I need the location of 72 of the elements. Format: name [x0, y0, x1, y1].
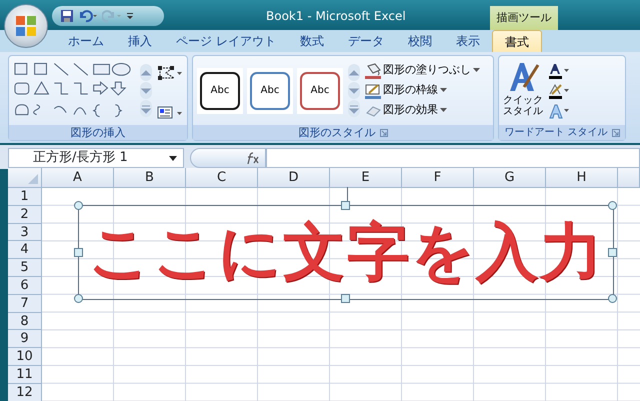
style-sample[interactable]: Abc: [300, 72, 340, 110]
group-label: 図形のスタイル: [298, 125, 376, 140]
style-sample[interactable]: Abc: [250, 72, 290, 110]
quick-style-button[interactable]: クイック スタイル: [503, 60, 543, 120]
side-handle[interactable]: [341, 294, 350, 303]
ribbon-tab[interactable]: ページ レイアウト: [164, 30, 288, 52]
row-header[interactable]: 3: [8, 224, 42, 242]
pencil-icon: [365, 82, 381, 98]
side-handle[interactable]: [608, 248, 617, 256]
ribbon-command[interactable]: 図形の枠線: [365, 80, 480, 100]
context-tab-label: 描画ツール: [490, 6, 558, 30]
group-label: ワードアート スタイル: [504, 126, 608, 140]
scroll-down-icon[interactable]: [348, 82, 360, 99]
more-icon[interactable]: [348, 100, 360, 117]
ribbon-command[interactable]: 図形の効果: [365, 100, 480, 120]
row-header[interactable]: 12: [8, 384, 42, 401]
row-header[interactable]: 6: [8, 276, 42, 295]
ribbon-tab[interactable]: データ: [336, 30, 396, 52]
row-header[interactable]: 4: [8, 241, 42, 260]
window-title: Book1 - Microsoft Excel: [266, 8, 406, 25]
row-header[interactable]: 11: [8, 366, 42, 384]
row-header[interactable]: 5: [8, 259, 42, 277]
wordart-text: ここに文字を入力: [88, 218, 604, 287]
row-header[interactable]: 7: [8, 294, 42, 313]
ribbon-command[interactable]: 図形の塗りつぶし: [365, 60, 480, 80]
formula-field[interactable]: [266, 148, 640, 168]
row-header[interactable]: 9: [8, 330, 42, 348]
office-logo: [15, 15, 37, 37]
row-header[interactable]: 1: [8, 188, 42, 206]
column-header[interactable]: B: [114, 168, 186, 188]
column-header[interactable]: C: [186, 168, 258, 188]
worksheet-grid[interactable]: [42, 188, 640, 401]
scroll-up-icon[interactable]: [348, 64, 360, 81]
customize-dropdown-icon[interactable]: [126, 11, 134, 21]
fill-bucket-icon: [365, 62, 381, 78]
text-fill-icon[interactable]: [548, 62, 570, 78]
dialog-launcher-icon[interactable]: [380, 128, 388, 136]
column-header[interactable]: H: [546, 168, 618, 188]
ribbon-tab[interactable]: ホーム: [56, 30, 116, 52]
row-header[interactable]: 8: [8, 312, 42, 330]
more-icon[interactable]: [140, 100, 152, 117]
ribbon-tab[interactable]: 校閲: [396, 30, 444, 52]
edit-shape-icon[interactable]: [157, 64, 183, 80]
column-header[interactable]: F: [402, 168, 474, 188]
dialog-launcher-icon[interactable]: [612, 128, 620, 136]
scroll-down-icon[interactable]: [140, 82, 152, 99]
name-box[interactable]: 正方形/長方形 1: [8, 148, 184, 168]
column-header[interactable]: G: [474, 168, 546, 188]
ribbon-tab[interactable]: 挿入: [116, 30, 164, 52]
insert-function-button[interactable]: [190, 148, 266, 168]
dropdown-arrow-icon[interactable]: [440, 88, 447, 93]
ribbon-tab[interactable]: 数式: [288, 30, 336, 52]
ribbon-tab[interactable]: 書式: [492, 30, 542, 52]
style-sample[interactable]: Abc: [200, 72, 240, 110]
column-header[interactable]: D: [258, 168, 330, 188]
text-outline-icon[interactable]: [548, 82, 570, 98]
group-label: 図形の挿入: [70, 125, 126, 140]
save-icon[interactable]: [60, 9, 74, 23]
undo-icon[interactable]: [78, 9, 98, 23]
scroll-up-icon[interactable]: [140, 64, 152, 81]
side-handle[interactable]: [74, 248, 83, 256]
column-header[interactable]: E: [330, 168, 402, 188]
dropdown-arrow-icon[interactable]: [473, 68, 480, 73]
side-handle[interactable]: [341, 201, 350, 210]
row-header[interactable]: 2: [8, 206, 42, 224]
column-header[interactable]: A: [42, 168, 114, 188]
dropdown-arrow-icon[interactable]: [440, 108, 447, 113]
dropdown-arrow-icon[interactable]: [169, 156, 177, 160]
text-box-icon[interactable]: [157, 104, 183, 120]
fx-icon[interactable]: [245, 152, 259, 164]
row-header[interactable]: 10: [8, 348, 42, 366]
ribbon-tab[interactable]: 表示: [444, 30, 492, 52]
